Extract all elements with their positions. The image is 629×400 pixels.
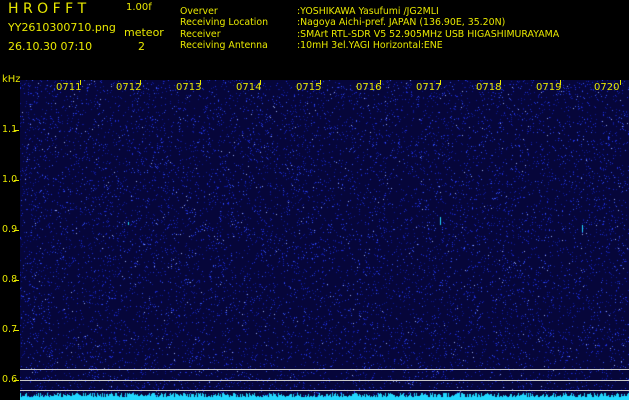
timestamp: 26.10.30 07:10: [8, 40, 93, 53]
x-tick-label: 0717: [416, 82, 442, 93]
info-label: Receiving Antenna: [180, 40, 268, 52]
info-row-observer: Overver :YOSHIKAWA Yasufumi /JG2MLI: [180, 6, 559, 17]
info-value: :Nagoya Aichi-pref. JAPAN (136.90E, 35.2…: [297, 17, 506, 29]
x-tick-label: 0716: [356, 82, 382, 93]
station-info: Overver :YOSHIKAWA Yasufumi /JG2MLI Rece…: [180, 6, 559, 52]
x-tick-label: 0718: [476, 82, 502, 93]
x-tick-label: 0712: [116, 82, 142, 93]
info-label: Receiver: [180, 28, 221, 40]
y-tick: [14, 230, 19, 231]
app-brand: H R O F F T: [8, 1, 87, 17]
x-tick: [320, 80, 321, 85]
x-tick: [260, 80, 261, 85]
info-label: Overver: [180, 6, 218, 17]
x-tick: [560, 80, 561, 85]
x-tick-label: 0719: [536, 82, 562, 93]
y-tick: [14, 380, 19, 381]
x-tick: [440, 80, 441, 85]
y-tick: [14, 180, 19, 181]
x-tick-label: 0720: [594, 82, 620, 93]
info-row-antenna: Receiving Antenna :10mH 3el.YAGI Horizon…: [180, 40, 559, 51]
x-tick: [620, 80, 621, 85]
spectrogram-plot: [20, 80, 629, 400]
y-tick: [14, 280, 19, 281]
reference-line: [20, 369, 629, 370]
info-label: Receiving Location: [180, 17, 269, 29]
info-value: :10mH 3el.YAGI Horizontal:ENE: [297, 40, 443, 52]
info-value: :YOSHIKAWA Yasufumi /JG2MLI: [297, 6, 439, 17]
spectrogram-noise: [20, 80, 629, 400]
info-row-receiver: Receiver :SMArt RTL-SDR V5 52.905MHz USB…: [180, 29, 559, 40]
info-row-location: Receiving Location :Nagoya Aichi-pref. J…: [180, 17, 559, 28]
reference-line: [20, 390, 629, 391]
reference-line: [20, 380, 629, 381]
x-tick-label: 0714: [236, 82, 262, 93]
x-tick: [200, 80, 201, 85]
info-value: :SMArt RTL-SDR V5 52.905MHz USB HIGASHIM…: [297, 28, 560, 40]
x-tick: [80, 80, 81, 85]
y-tick: [14, 330, 19, 331]
y-axis-unit: kHz: [2, 74, 21, 85]
x-tick-label: 0715: [296, 82, 322, 93]
x-tick: [500, 80, 501, 85]
x-tick: [380, 80, 381, 85]
x-tick-label: 0711: [56, 82, 82, 93]
image-filename: YY2610300710.png: [8, 21, 116, 34]
y-tick: [14, 130, 19, 131]
meteor-label: meteor: [124, 26, 164, 39]
x-tick: [140, 80, 141, 85]
x-tick-label: 0713: [176, 82, 202, 93]
meteor-count: 2: [138, 40, 145, 53]
app-version: 1.00f: [126, 2, 152, 13]
